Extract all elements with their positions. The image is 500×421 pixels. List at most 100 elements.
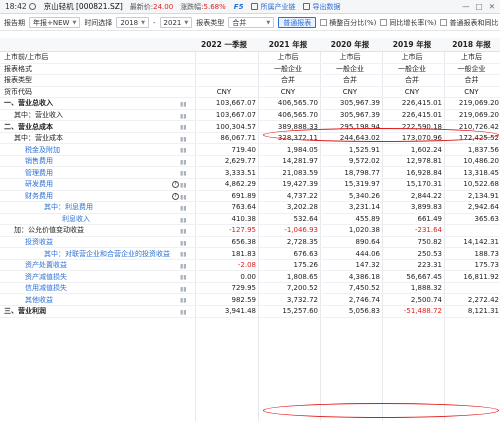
table-cell: 上市后 xyxy=(461,53,482,62)
table-cell: 173,070.96 xyxy=(401,134,442,143)
table-cell: 305,967.39 xyxy=(339,99,380,108)
column-header[interactable]: 2021 年报 xyxy=(258,38,318,51)
row-label: 货币代码 xyxy=(4,87,32,96)
report-type-select[interactable]: 合并 ▼ xyxy=(228,17,275,28)
bar-chart-icon[interactable]: ▮▮ xyxy=(180,170,187,177)
table-cell: 上市后 xyxy=(277,53,299,62)
range-label: 时间选择 xyxy=(84,18,113,27)
table-row[interactable]: 加：公允价值变动收益 ▮▮ -127.95 -1,046.93 1,020.38 -231… xyxy=(0,225,500,237)
column-header[interactable]: 2018 年报 xyxy=(444,38,499,51)
table-row[interactable]: 税金及附加 ▮▮ 719.40 1,984.05 1,525.91 1,602.24 1,8… xyxy=(0,144,500,156)
table-row[interactable]: 三、营业利润 ▮▮ 3,941.48 15,257.60 5,056.83 -51,488… xyxy=(0,306,500,318)
pct-checkbox[interactable]: 横整百分比(%) xyxy=(320,18,376,28)
bar-chart-icon[interactable]: ▮▮ xyxy=(180,309,187,316)
table-cell: 1,808.65 xyxy=(286,272,318,281)
bar-chart-icon[interactable]: ▮▮ xyxy=(180,297,187,304)
bar-chart-icon[interactable]: ▮▮ xyxy=(180,228,187,235)
table-row[interactable]: 信用减值损失 ▮▮ 729.95 7,200.52 7,450.52 1,888.32 xyxy=(0,283,500,295)
bar-chart-icon[interactable]: ▮▮ xyxy=(180,274,187,281)
table-cell: 一般企业 xyxy=(398,64,426,73)
bar-chart-icon[interactable]: ▮▮ xyxy=(180,217,187,224)
table-row[interactable]: 财务费用? ▮▮ 691.89 4,737.22 5,340.26 2,844.22 2,1… xyxy=(0,191,500,203)
both-checkbox[interactable]: 普通报表和同比 xyxy=(440,18,498,28)
table-cell: 691.89 xyxy=(231,191,257,200)
export-data-label: 导出数据 xyxy=(312,2,341,11)
table-row[interactable]: 其他收益 ▮▮ 982.59 3,732.72 2,746.74 2,500.74 2,27… xyxy=(0,294,500,307)
table-row[interactable]: 管理费用 ▮▮ 3,333.51 21,083.59 18,798.77 16,928.8… xyxy=(0,167,500,180)
column-header[interactable]: 2019 年报 xyxy=(382,38,442,51)
column-header[interactable]: 2022 一季报 xyxy=(192,38,256,51)
table-cell xyxy=(444,225,499,236)
bar-chart-icon[interactable]: ▮▮ xyxy=(180,159,187,166)
bar-chart-icon[interactable]: ▮▮ xyxy=(180,124,187,131)
table-row[interactable]: 一、营业总收入 ▮▮ 103,667.07 406,565.70 305,967.39 2… xyxy=(0,98,500,110)
table-cell: 103,667.07 xyxy=(215,111,256,119)
minimize-button[interactable]: — xyxy=(462,2,470,11)
table-cell: 982.59 xyxy=(231,295,257,304)
bar-chart-icon[interactable]: ▮▮ xyxy=(180,251,187,258)
table-cell: 4,386.18 xyxy=(348,272,380,281)
table-row[interactable]: 上市前/上市后 上市后 上市后 上市后 上市后 xyxy=(0,52,500,64)
table-row[interactable]: 资产处置收益 ▮▮ -2.08 175.26 147.32 223.31 175.73 xyxy=(0,260,500,272)
chain-icon xyxy=(251,2,259,10)
table-cell: 1,602.24 xyxy=(410,145,442,154)
both-checkbox-label: 普通报表和同比 xyxy=(449,18,499,27)
table-cell: 210,726.42 xyxy=(458,122,499,131)
table-cell: 14,142.31 xyxy=(463,238,499,247)
table-cell: 763.64 xyxy=(231,203,257,212)
table-cell: 3,941.48 xyxy=(224,307,256,316)
table-cell: 2,134.91 xyxy=(467,191,499,200)
bar-chart-icon[interactable]: ▮▮ xyxy=(180,286,187,293)
table-cell: 上市后 xyxy=(401,53,423,62)
table-cell: 3,231.14 xyxy=(348,203,380,212)
bar-chart-icon[interactable]: ▮▮ xyxy=(180,136,187,143)
table-cell: 406,565.70 xyxy=(277,99,318,108)
table-row[interactable]: 资产减值损失 ▮▮ 0.00 1,808.65 4,386.18 56,667.45 16,… xyxy=(0,271,500,283)
bar-chart-icon[interactable]: ▮▮ xyxy=(180,205,187,212)
title-bar: 18:42 京山轻机 [000821.SZ] 最新价: 24.00 涨跌幅: 5… xyxy=(0,0,500,14)
close-button[interactable]: ✕ xyxy=(489,2,495,11)
info-icon[interactable]: ? xyxy=(172,192,179,200)
info-icon[interactable]: ? xyxy=(172,181,179,189)
column-header[interactable]: 2020 年报 xyxy=(320,38,380,51)
maximize-button[interactable]: □ xyxy=(476,2,483,11)
table-row[interactable]: 其中：营业成本 ▮▮ 86,067.71 328,372.11 244,643.02 17… xyxy=(0,133,500,145)
table-row[interactable]: 投资收益 ▮▮ 656.38 2,728.35 890.64 750.82 14,142.3… xyxy=(0,237,500,249)
table-cell xyxy=(192,75,256,86)
table-row[interactable]: 报表格式 一般企业 一般企业 一般企业 一般企业 xyxy=(0,64,500,76)
table-cell: 合并 xyxy=(281,76,295,85)
change-value: 5.68% xyxy=(203,2,226,11)
bar-chart-icon[interactable]: ▮▮ xyxy=(180,240,187,247)
table-cell: 3,202.28 xyxy=(286,203,318,212)
year-to-value: 2021 xyxy=(163,18,182,27)
table-row[interactable]: 其中：营业收入 ▮▮ 103,667.07 406,565.70 305,967.39 2… xyxy=(0,110,500,122)
bar-chart-icon[interactable]: ▮▮ xyxy=(180,182,187,189)
table-cell: CNY xyxy=(216,87,232,96)
table-row[interactable]: 销售费用 ▮▮ 2,629.77 14,281.97 9,572.02 12,978.81… xyxy=(0,156,500,168)
table-row[interactable]: 利息收入 ▮▮ 410.38 532.64 455.89 661.49 365.63 xyxy=(0,214,500,226)
bar-chart-icon[interactable]: ▮▮ xyxy=(180,101,187,108)
period-select[interactable]: 年报+NEW ▼ xyxy=(29,17,81,28)
table-row[interactable]: 二、营业总成本 ▮▮ 100,304.57 389,888.33 295,198.94 2… xyxy=(0,121,500,133)
table-cell: 532.64 xyxy=(293,214,319,223)
bar-chart-icon[interactable]: ▮▮ xyxy=(180,113,187,120)
table-cell: 7,200.52 xyxy=(286,284,318,293)
table-row[interactable]: 报表类型 合并 合并 合并 合并 xyxy=(0,75,500,87)
refresh-f5-button[interactable]: F5 xyxy=(234,3,244,11)
industry-chain-link[interactable]: 所属产业链 xyxy=(251,2,295,12)
year-from-select[interactable]: 2018 ▼ xyxy=(116,17,149,28)
table-cell: 16,811.92 xyxy=(463,272,499,281)
bar-chart-icon[interactable]: ▮▮ xyxy=(180,263,187,270)
table-row[interactable]: 货币代码 CNY CNY CNY CNY CNY xyxy=(0,87,500,99)
yoy-checkbox[interactable]: 同比增长率(%) xyxy=(380,18,436,28)
export-data-link[interactable]: 导出数据 xyxy=(303,2,340,12)
bar-chart-icon[interactable]: ▮▮ xyxy=(180,194,187,201)
table-row[interactable]: 研发费用? ▮▮ 4,862.29 19,427.39 15,319.97 15,170.… xyxy=(0,179,500,191)
table-row[interactable]: 其中：利息费用 ▮▮ 763.64 3,202.28 3,231.14 3,899.83 2… xyxy=(0,202,500,214)
table-cell: 147.32 xyxy=(355,261,381,270)
table-cell: 10,522.68 xyxy=(463,180,499,189)
table-row[interactable]: 其中：对联营企业和合营企业的投资收益 ▮▮ 181.83 676.63 444.06 25… xyxy=(0,248,500,260)
bar-chart-icon[interactable]: ▮▮ xyxy=(180,147,187,154)
year-to-select[interactable]: 2021 ▼ xyxy=(159,17,193,28)
normal-report-button[interactable]: 普通报表 xyxy=(278,17,317,28)
